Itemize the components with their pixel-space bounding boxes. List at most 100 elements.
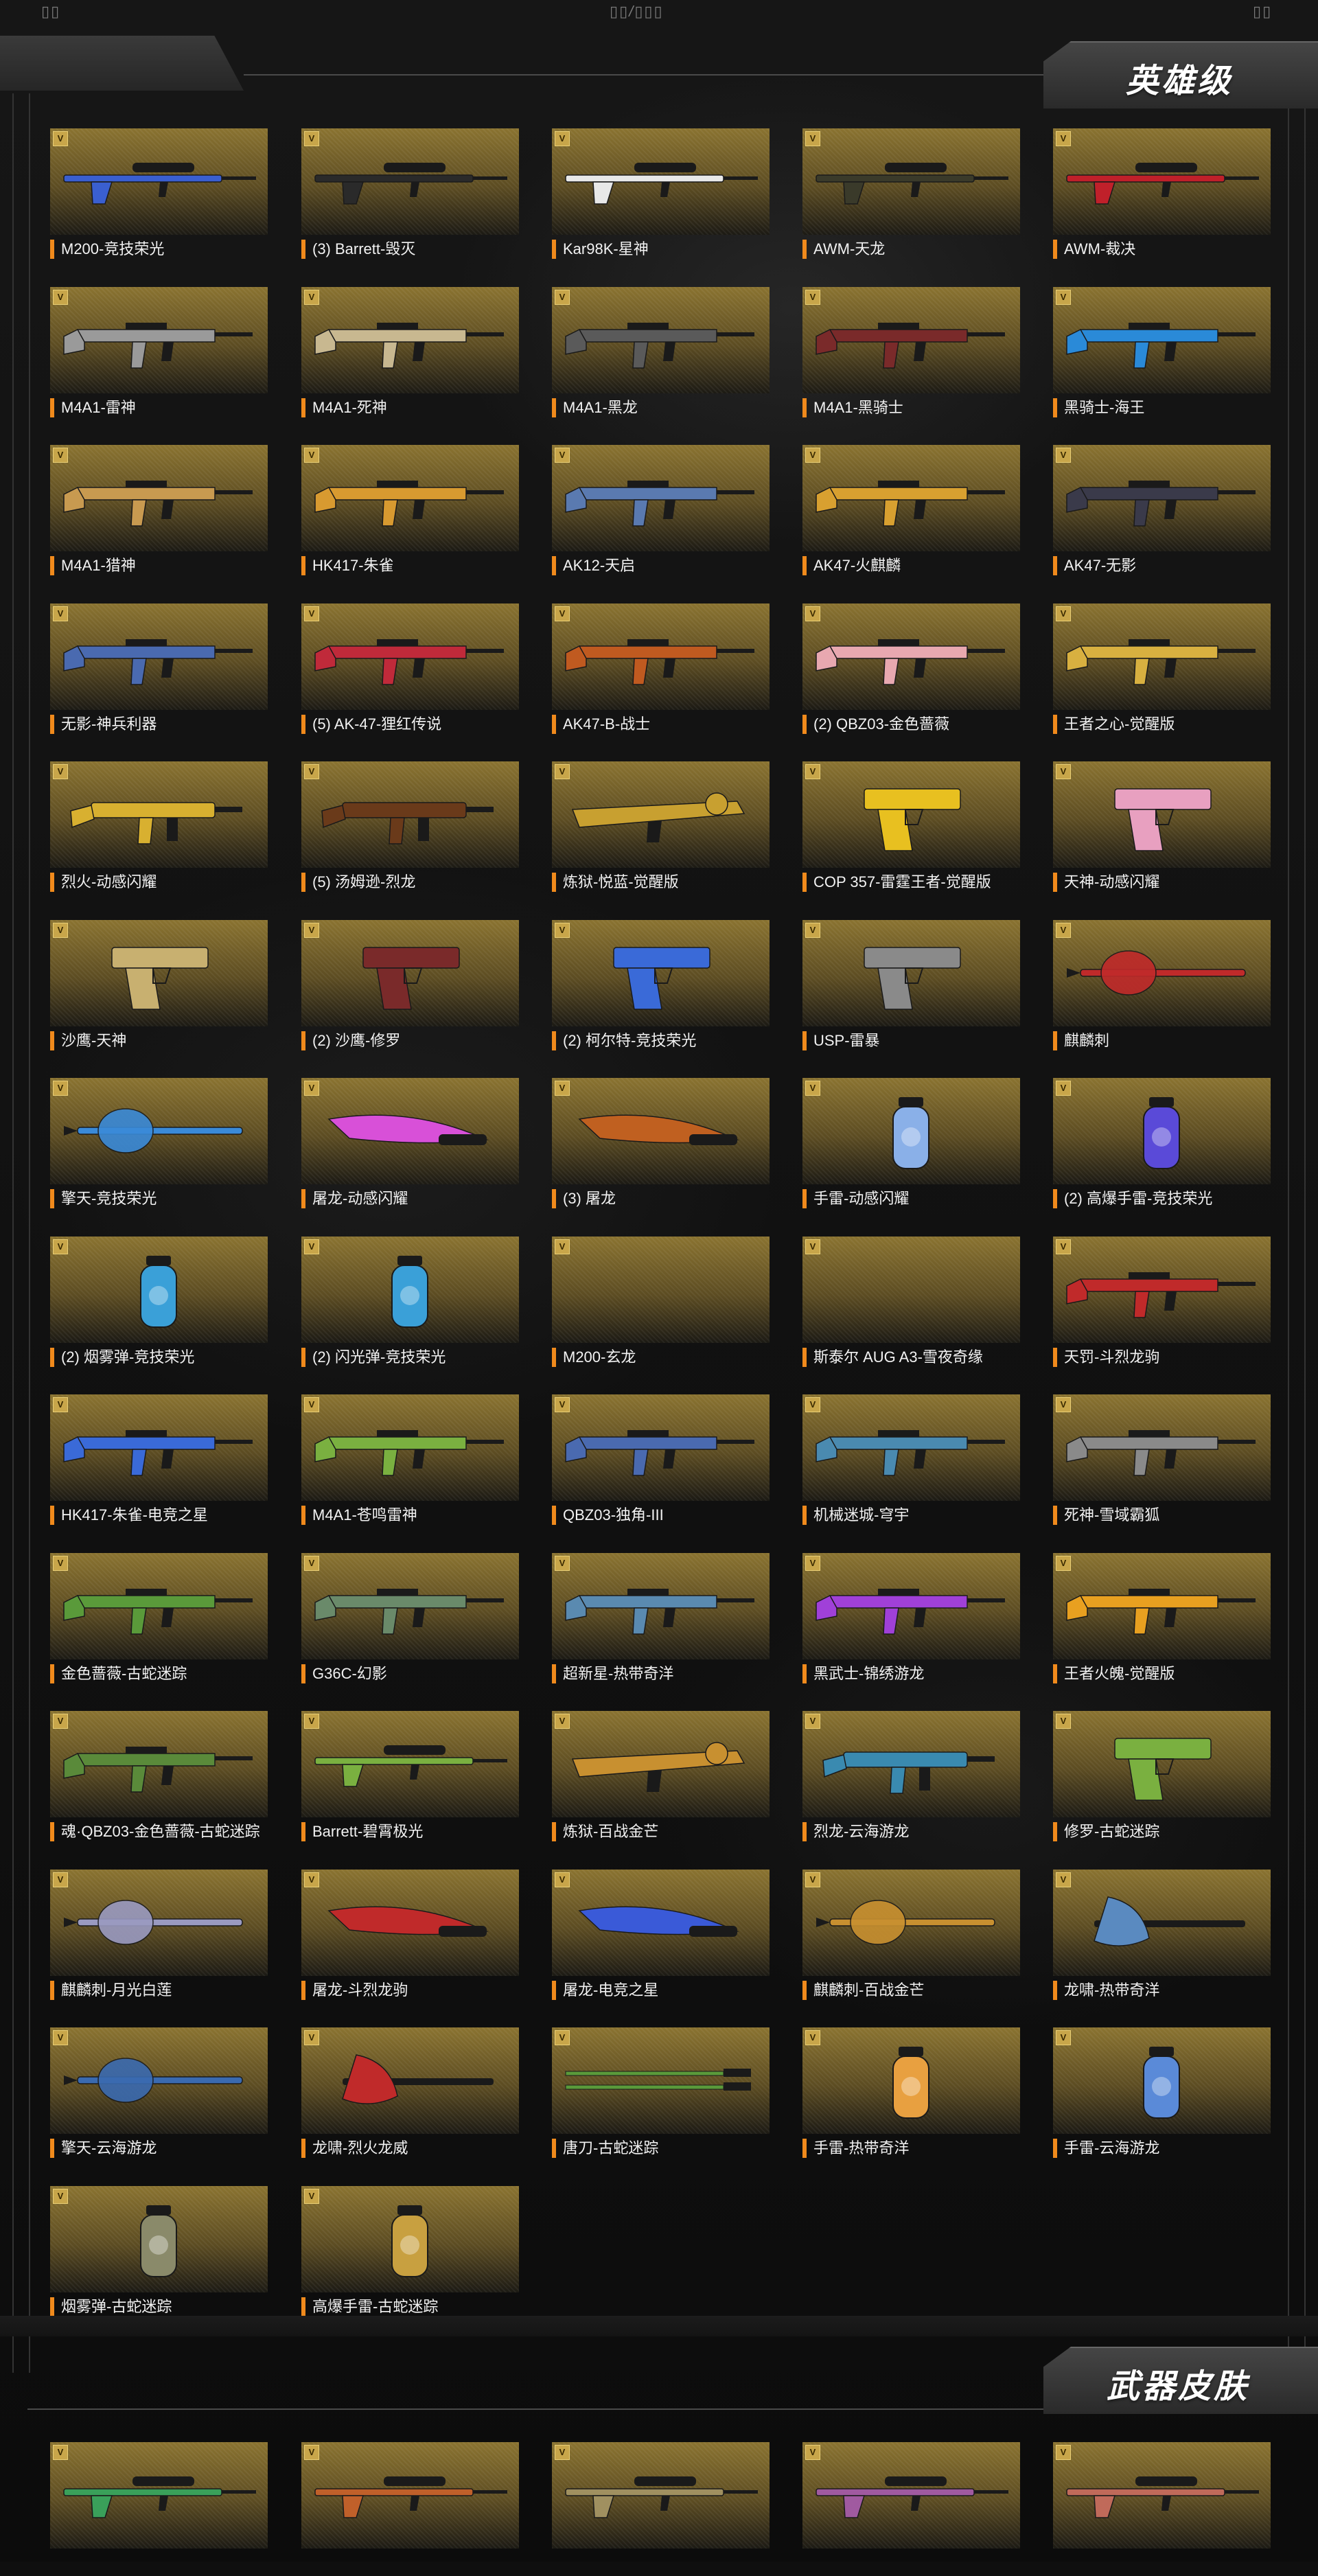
hero-item-card[interactable]: V 龙啸-热带奇洋 bbox=[1053, 1869, 1271, 2003]
hero-item-card[interactable]: V 烈火-动感闪耀 bbox=[50, 761, 268, 895]
hero-item-card[interactable]: V 麒麟刺-月光白莲 bbox=[50, 1869, 268, 2003]
hero-item-card[interactable]: V 机械迷城-穹宇 bbox=[802, 1394, 1020, 1528]
hero-item-card[interactable]: V Kar98K-星神 bbox=[552, 128, 770, 262]
hero-item-card[interactable]: V 炼狱-悦蓝-觉醒版 bbox=[552, 761, 770, 895]
tier-badge-icon: V bbox=[555, 1081, 570, 1096]
hero-item-card[interactable]: V M4A1-猎神 bbox=[50, 445, 268, 579]
hero-item-card[interactable]: V 黑武士-锦绣游龙 bbox=[802, 1552, 1020, 1687]
hero-item-card[interactable]: V 斯泰尔 AUG A3-雪夜奇缘 bbox=[802, 1236, 1020, 1370]
hero-item-card[interactable]: V 王者之心-觉醒版 bbox=[1053, 603, 1271, 737]
hero-item-label: Barrett-碧霄极光 bbox=[301, 1822, 519, 1841]
pistol-icon: V bbox=[802, 761, 1020, 868]
skin-item-card[interactable]: V bbox=[50, 2442, 268, 2576]
assault-rifle-icon: V bbox=[802, 286, 1020, 393]
hero-item-label: 金色蔷薇-古蛇迷踪 bbox=[50, 1664, 268, 1683]
tier-badge-icon: V bbox=[555, 1714, 570, 1729]
hero-item-card[interactable]: V M200-竞技荣光 bbox=[50, 128, 268, 262]
assault-rifle-icon: V bbox=[552, 603, 770, 710]
hero-item-card[interactable]: V M4A1-黑骑士 bbox=[802, 286, 1020, 421]
section-divider bbox=[0, 2316, 1318, 2336]
hero-item-card[interactable]: V 屠龙-斗烈龙驹 bbox=[301, 1869, 519, 2003]
hero-item-card[interactable]: V 擎天-竞技荣光 bbox=[50, 1078, 268, 1212]
hero-item-card[interactable]: V 烈龙-云海游龙 bbox=[802, 1711, 1020, 1845]
tier-badge-icon: V bbox=[555, 448, 570, 463]
hero-item-card[interactable]: V USP-雷暴 bbox=[802, 919, 1020, 1054]
hero-item-card[interactable]: V 擎天-云海游龙 bbox=[50, 2027, 268, 2161]
hero-item-card[interactable]: V 手雷-动感闪耀 bbox=[802, 1078, 1020, 1212]
hero-item-card[interactable]: V AK12-天启 bbox=[552, 445, 770, 579]
tier-badge-icon: V bbox=[555, 2030, 570, 2045]
skin-item-card[interactable]: V bbox=[802, 2442, 1020, 2576]
hero-item-card[interactable]: V 麒麟刺-百战金芒 bbox=[802, 1869, 1020, 2003]
hero-item-card[interactable]: V G36C-幻影 bbox=[301, 1552, 519, 1687]
hero-item-card[interactable]: V 无影-神兵利器 bbox=[50, 603, 268, 737]
tier-badge-icon: V bbox=[304, 2188, 319, 2204]
hero-item-label: 魂·QBZ03-金色蔷薇-古蛇迷踪 bbox=[50, 1822, 268, 1841]
hero-item-card[interactable]: V (5) AK-47-狸红传说 bbox=[301, 603, 519, 737]
hero-item-card[interactable]: V M4A1-雷神 bbox=[50, 286, 268, 421]
tier-badge-icon: V bbox=[555, 289, 570, 305]
sniper-rifle-icon: V bbox=[1053, 128, 1271, 235]
hero-item-card[interactable]: V AK47-B-战士 bbox=[552, 603, 770, 737]
hero-item-card[interactable]: V AK47-火麒麟 bbox=[802, 445, 1020, 579]
hero-item-card[interactable]: V (2) QBZ03-金色蔷薇 bbox=[802, 603, 1020, 737]
hero-item-card[interactable]: V 高爆手雷-古蛇迷踪 bbox=[301, 2185, 519, 2320]
hero-item-card[interactable]: V (2) 闪光弹-竞技荣光 bbox=[301, 1236, 519, 1370]
hero-item-card[interactable]: V M4A1-死神 bbox=[301, 286, 519, 421]
hero-item-card[interactable]: V Barrett-碧霄极光 bbox=[301, 1711, 519, 1845]
tier-badge-icon: V bbox=[805, 1239, 820, 1254]
hero-item-card[interactable]: V COP 357-雷霆王者-觉醒版 bbox=[802, 761, 1020, 895]
tier-badge-icon: V bbox=[1056, 606, 1071, 621]
tier-badge-icon: V bbox=[304, 1397, 319, 1412]
hero-item-card[interactable]: V 金色蔷薇-古蛇迷踪 bbox=[50, 1552, 268, 1687]
skin-item-card[interactable]: V bbox=[1053, 2442, 1271, 2576]
hero-item-card[interactable]: V 修罗-古蛇迷踪 bbox=[1053, 1711, 1271, 1845]
hero-item-card[interactable]: V 沙鹰-天神 bbox=[50, 919, 268, 1054]
hero-item-card[interactable]: V M4A1-黑龙 bbox=[552, 286, 770, 421]
hero-item-card[interactable]: V 屠龙-动感闪耀 bbox=[301, 1078, 519, 1212]
hero-item-label: 天罚-斗烈龙驹 bbox=[1053, 1347, 1271, 1367]
hero-item-card[interactable]: V 炼狱-百战金芒 bbox=[552, 1711, 770, 1845]
hero-item-card[interactable]: V HK417-朱雀 bbox=[301, 445, 519, 579]
hero-item-card[interactable]: V 手雷-云海游龙 bbox=[1053, 2027, 1271, 2161]
hero-item-card[interactable]: V AK47-无影 bbox=[1053, 445, 1271, 579]
hero-item-card[interactable]: V 手雷-热带奇洋 bbox=[802, 2027, 1020, 2161]
hero-item-card[interactable]: V 黑骑士-海王 bbox=[1053, 286, 1271, 421]
hero-item-card[interactable]: V HK417-朱雀-电竞之星 bbox=[50, 1394, 268, 1528]
hero-item-card[interactable]: V QBZ03-独角-III bbox=[552, 1394, 770, 1528]
hero-item-card[interactable]: V 天神-动感闪耀 bbox=[1053, 761, 1271, 895]
hero-item-label: 天神-动感闪耀 bbox=[1053, 873, 1271, 892]
hero-item-label: M4A1-死神 bbox=[301, 398, 519, 417]
hero-item-card[interactable]: V 超新星-热带奇洋 bbox=[552, 1552, 770, 1687]
hero-item-card[interactable]: V 龙啸-烈火龙威 bbox=[301, 2027, 519, 2161]
hero-item-card[interactable]: V (2) 高爆手雷-竞技荣光 bbox=[1053, 1078, 1271, 1212]
hero-item-label: 手雷-热带奇洋 bbox=[802, 2139, 1020, 2158]
assault-rifle-icon: V bbox=[301, 603, 519, 710]
hero-item-card[interactable]: V 烟雾弹-古蛇迷踪 bbox=[50, 2185, 268, 2320]
hero-item-card[interactable]: V 屠龙-电竞之星 bbox=[552, 1869, 770, 2003]
hero-item-card[interactable]: V 王者火魄-觉醒版 bbox=[1053, 1552, 1271, 1687]
hero-item-card[interactable]: V (2) 沙鹰-修罗 bbox=[301, 919, 519, 1054]
hero-item-card[interactable]: V 唐刀-古蛇迷踪 bbox=[552, 2027, 770, 2161]
hero-item-card[interactable]: V (3) Barrett-毁灭 bbox=[301, 128, 519, 262]
hero-item-card[interactable]: V (2) 柯尔特-竞技荣光 bbox=[552, 919, 770, 1054]
melee-icon: V bbox=[50, 1869, 268, 1976]
assault-rifle-icon: V bbox=[1053, 603, 1271, 710]
skin-item-card[interactable]: V bbox=[552, 2442, 770, 2576]
hero-item-label: (2) 闪光弹-竞技荣光 bbox=[301, 1347, 519, 1367]
skin-item-card[interactable]: V bbox=[301, 2442, 519, 2576]
hero-item-card[interactable]: V AWM-裁决 bbox=[1053, 128, 1271, 262]
hero-item-card[interactable]: V (3) 屠龙 bbox=[552, 1078, 770, 1212]
hero-item-card[interactable]: V 死神-雪域霸狐 bbox=[1053, 1394, 1271, 1528]
hero-item-card[interactable]: V 魂·QBZ03-金色蔷薇-古蛇迷踪 bbox=[50, 1711, 268, 1845]
hero-item-card[interactable]: V M4A1-苍鸣雷神 bbox=[301, 1394, 519, 1528]
hero-item-card[interactable]: V 麒麟刺 bbox=[1053, 919, 1271, 1054]
hero-item-label: 手雷-动感闪耀 bbox=[802, 1189, 1020, 1208]
hero-item-card[interactable]: V 天罚-斗烈龙驹 bbox=[1053, 1236, 1271, 1370]
hero-item-card[interactable]: V AWM-天龙 bbox=[802, 128, 1020, 262]
sniper-rifle-icon: V bbox=[552, 128, 770, 235]
hero-item-label: 擎天-竞技荣光 bbox=[50, 1189, 268, 1208]
hero-item-card[interactable]: V (5) 汤姆逊-烈龙 bbox=[301, 761, 519, 895]
hero-item-card[interactable]: V M200-玄龙 bbox=[552, 1236, 770, 1370]
hero-item-card[interactable]: V (2) 烟雾弹-竞技荣光 bbox=[50, 1236, 268, 1370]
